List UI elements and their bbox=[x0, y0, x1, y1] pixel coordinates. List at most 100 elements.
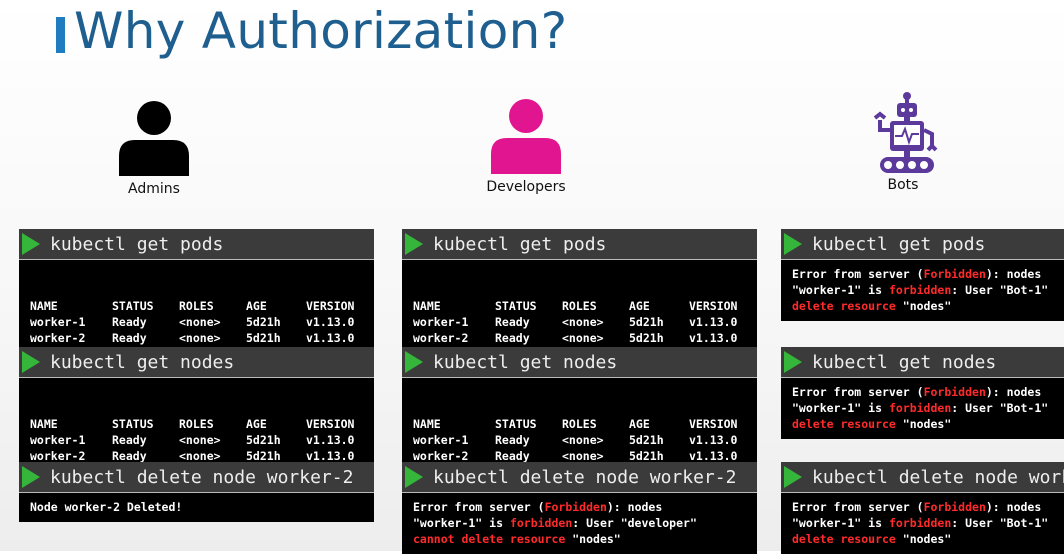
cell: <none> bbox=[179, 433, 221, 447]
nodes-table: NAME STATUS ROLES AGE VERSION worker-1 Ready <… bbox=[413, 416, 737, 464]
cell: worker-1 bbox=[413, 433, 469, 447]
command-output: Error from server (Forbidden): nodes "wo… bbox=[402, 493, 757, 554]
command-text: kubectl delete node worker-2 bbox=[50, 466, 354, 488]
cell: v1.13.0 bbox=[689, 331, 738, 345]
header-version: VERSION bbox=[306, 299, 355, 313]
developer-user-icon bbox=[491, 99, 561, 174]
persona-developers: Developers bbox=[470, 98, 582, 195]
robot-icon bbox=[873, 92, 938, 173]
play-icon bbox=[784, 233, 802, 255]
cell: Ready bbox=[112, 433, 147, 447]
command-text: kubectl delete node worker-2 bbox=[433, 466, 737, 488]
play-icon bbox=[784, 466, 802, 488]
cell: v1.13.0 bbox=[306, 315, 355, 329]
header-roles: ROLES bbox=[562, 417, 597, 431]
play-icon bbox=[22, 233, 40, 255]
cell: <none> bbox=[562, 433, 604, 447]
error-text: ): nodes bbox=[985, 267, 1042, 281]
header-roles: ROLES bbox=[179, 417, 214, 431]
cell: worker-2 bbox=[30, 331, 86, 345]
cell: Ready bbox=[495, 433, 530, 447]
cell: v1.13.0 bbox=[689, 315, 738, 329]
persona-bots: Bots bbox=[858, 90, 948, 193]
header-name: NAME bbox=[30, 299, 58, 313]
cell: worker-1 bbox=[30, 315, 86, 329]
play-icon bbox=[784, 351, 802, 373]
command-text: kubectl get nodes bbox=[812, 351, 997, 373]
cell: worker-1 bbox=[413, 315, 469, 329]
command-header: kubectl delete node worker-2 bbox=[19, 462, 374, 493]
persona-admins: Admins bbox=[104, 100, 204, 197]
error-text: "worker-1" is bbox=[792, 401, 889, 415]
cell: 5d21h bbox=[246, 433, 281, 447]
command-text: kubectl get nodes bbox=[50, 351, 235, 373]
bot-delete-node-terminal: kubectl delete node worker-2 Error from … bbox=[781, 462, 1064, 554]
cell: <none> bbox=[179, 315, 221, 329]
header-status: STATUS bbox=[495, 417, 537, 431]
header-name: NAME bbox=[413, 417, 441, 431]
command-text: kubectl get nodes bbox=[433, 351, 618, 373]
header-roles: ROLES bbox=[562, 299, 597, 313]
error-forbidden: Forbidden bbox=[923, 267, 986, 281]
admin-delete-node-terminal: kubectl delete node worker-2 Node worker… bbox=[19, 462, 374, 522]
error-user: : User "developer" bbox=[572, 516, 697, 530]
error-resource: "nodes" bbox=[895, 299, 952, 313]
persona-label: Admins bbox=[128, 181, 180, 197]
table-header-row: NAME STATUS ROLES AGE VERSION bbox=[413, 416, 737, 432]
table-header-row: NAME STATUS ROLES AGE VERSION bbox=[30, 416, 354, 432]
error-resource: "nodes" bbox=[895, 417, 952, 431]
cell: 5d21h bbox=[629, 433, 664, 447]
persona-label: Developers bbox=[486, 179, 566, 195]
page-title: Why Authorization? bbox=[74, 2, 568, 60]
command-header: kubectl get nodes bbox=[402, 347, 757, 378]
cell: worker-2 bbox=[413, 331, 469, 345]
error-text: ): nodes bbox=[985, 500, 1042, 514]
command-text: kubectl get pods bbox=[433, 233, 607, 255]
cell: Ready bbox=[112, 315, 147, 329]
command-header: kubectl get pods bbox=[19, 229, 374, 260]
header-status: STATUS bbox=[112, 299, 154, 313]
error-action: delete resource bbox=[792, 299, 896, 313]
error-user: : User "Bot-1" bbox=[951, 401, 1049, 415]
cell: 5d21h bbox=[246, 331, 281, 345]
developer-delete-node-terminal: kubectl delete node worker-2 Error from … bbox=[402, 462, 757, 554]
error-forbidden: forbidden bbox=[888, 401, 952, 415]
play-icon bbox=[405, 466, 423, 488]
error-user: : User "Bot-1" bbox=[951, 516, 1049, 530]
table-row: worker-1 Ready <none> 5d21h v1.13.0 bbox=[413, 314, 737, 330]
error-text: "worker-1" is bbox=[792, 283, 889, 297]
header-status: STATUS bbox=[112, 417, 154, 431]
header-age: AGE bbox=[246, 299, 267, 313]
error-text: Error from server ( bbox=[413, 500, 545, 514]
cell: Ready bbox=[112, 331, 147, 345]
header-version: VERSION bbox=[689, 299, 738, 313]
cell: 5d21h bbox=[629, 315, 664, 329]
play-icon bbox=[405, 233, 423, 255]
header-age: AGE bbox=[629, 417, 650, 431]
table-header-row: NAME STATUS ROLES AGE VERSION bbox=[30, 298, 354, 314]
error-text: Error from server ( bbox=[792, 385, 924, 399]
error-text: ): nodes bbox=[985, 385, 1042, 399]
cell: Ready bbox=[495, 315, 530, 329]
error-text: "worker-1" is bbox=[413, 516, 510, 530]
table-header-row: NAME STATUS ROLES AGE VERSION bbox=[413, 298, 737, 314]
cell: v1.13.0 bbox=[306, 433, 355, 447]
error-action: cannot delete resource bbox=[413, 532, 566, 546]
header-version: VERSION bbox=[689, 417, 738, 431]
play-icon bbox=[22, 351, 40, 373]
nodes-table: NAME STATUS ROLES AGE VERSION worker-1 Ready <… bbox=[413, 298, 737, 346]
error-text: ): nodes bbox=[606, 500, 663, 514]
admin-user-icon bbox=[119, 101, 189, 176]
play-icon bbox=[405, 351, 423, 373]
command-output: Node worker-2 Deleted! bbox=[19, 493, 374, 522]
cell: <none> bbox=[179, 331, 221, 345]
table-row: worker-1 Ready <none> 5d21h v1.13.0 bbox=[30, 314, 354, 330]
command-header: kubectl delete node worker-2 bbox=[781, 462, 1064, 493]
error-forbidden: Forbidden bbox=[923, 385, 986, 399]
nodes-table: NAME STATUS ROLES AGE VERSION worker-1 Ready <… bbox=[30, 298, 354, 346]
header-name: NAME bbox=[30, 417, 58, 431]
error-user: : User "Bot-1" bbox=[951, 283, 1049, 297]
cell: v1.13.0 bbox=[306, 331, 355, 345]
command-header: kubectl get pods bbox=[781, 229, 1064, 260]
error-action: delete resource bbox=[792, 532, 896, 546]
